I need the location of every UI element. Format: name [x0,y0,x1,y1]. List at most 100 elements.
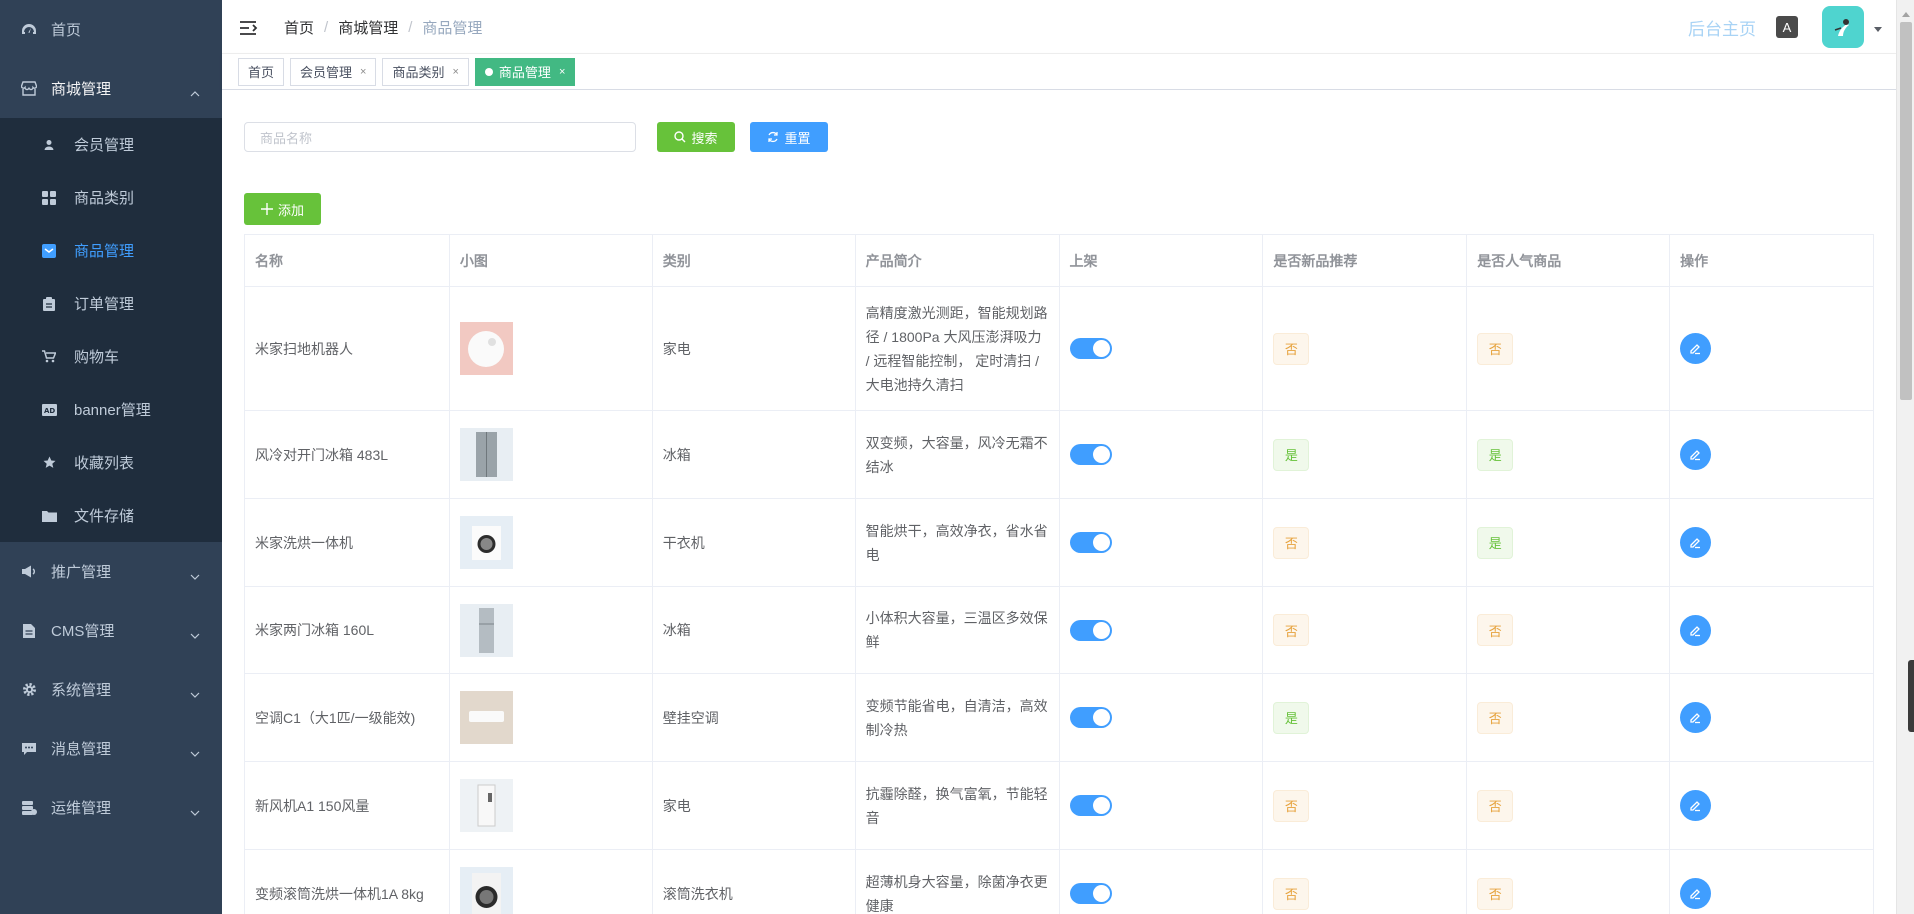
tag-categories[interactable]: 商品类别 × [382,57,469,86]
star-icon [40,454,58,472]
breadcrumb: 首页 / 商城管理 / 商品管理 [284,17,482,38]
submenu-label-cart: 购物车 [74,349,120,366]
description-cell: 小体积大容量，三温区多效保鲜 [856,587,1060,673]
category-cell: 冰箱 [653,587,856,673]
description-cell: 智能烘干，高效净衣，省水省电 [856,499,1060,586]
menu-item-messages[interactable]: 消息管理 [0,719,222,778]
actions-cell [1670,411,1874,498]
is-new-badge: 否 [1273,877,1310,910]
is-hot-cell: 否 [1467,762,1671,849]
submenu-label-storage: 文件存储 [74,508,135,525]
header-cell: 是否新品推荐 [1263,235,1468,286]
edit-icon [1690,450,1701,461]
close-icon[interactable]: × [452,66,458,78]
header-cell: 操作 [1670,235,1874,286]
edit-button[interactable] [1680,614,1712,646]
menu-label-home: 首页 [51,22,82,39]
submenu-item-cart[interactable]: 购物车 [0,330,222,383]
language-icon[interactable]: A [1776,16,1798,38]
product-name-input[interactable]: 商品名称 [244,122,636,152]
submenu-item-orders[interactable]: 订单管理 [0,277,222,330]
main-content: 商品名称 搜索 重置 添加 名称 小图 类别 产品简介 上架 是否新品推荐 是否… [222,90,1896,914]
tag-members[interactable]: 会员管理 × [290,57,377,86]
breadcrumb-home[interactable]: 首页 [284,17,314,38]
edit-button[interactable] [1680,878,1712,909]
user-icon [40,136,58,154]
on-sale-toggle[interactable] [1069,532,1112,553]
is-hot-badge: 否 [1477,701,1514,734]
menu-label-ops: 运维管理 [51,800,112,817]
submenu-label-categories: 商品类别 [74,190,135,207]
menu-item-system[interactable]: 系统管理 [0,660,222,719]
caret-down-icon[interactable] [1874,19,1882,35]
edit-button[interactable] [1680,333,1712,364]
actions-cell [1670,850,1874,914]
edit-icon [1690,889,1701,900]
product-name-cell: 空调C1（大1匹/一级能效) [245,674,450,761]
product-thumbnail [459,691,513,744]
thumbnail-cell [450,587,653,673]
on-sale-toggle[interactable] [1069,883,1112,904]
table-row: 空调C1（大1匹/一级能效) 壁挂空调 变频节能省电，自清洁，高效制冷热 是 否 [245,674,1874,762]
is-new-badge: 否 [1273,526,1310,559]
menu-item-promotion[interactable]: 推广管理 [0,542,222,601]
menu-item-shop[interactable]: 商城管理 [0,59,222,118]
ad-icon: AD [40,401,58,419]
edit-button[interactable] [1680,790,1712,821]
edit-button[interactable] [1680,702,1712,733]
menu-label-shop: 商城管理 [51,81,112,98]
is-hot-cell: 否 [1467,674,1671,761]
refresh-icon [768,131,779,143]
menu-item-home[interactable]: 首页 [0,0,222,59]
search-button-label: 搜索 [691,130,718,146]
tag-label: 会员管理 [300,65,353,80]
is-new-cell: 否 [1263,287,1468,410]
actions-cell [1670,674,1874,761]
add-button[interactable]: 添加 [244,193,321,225]
edit-button[interactable] [1680,527,1712,558]
page-scrollbar[interactable] [1896,0,1914,914]
product-name-cell: 变频滚筒洗烘一体机1A 8kg [245,850,450,914]
tag-products[interactable]: 商品管理 × [474,57,576,86]
on-sale-toggle[interactable] [1069,795,1112,816]
close-icon[interactable]: × [360,66,366,78]
scrollbar-thumb[interactable] [1900,22,1912,400]
table-body: 米家扫地机器人 家电 高精度激光测距，智能规划路径 / 1800Pa 大风压澎湃… [245,287,1874,914]
menu-item-ops[interactable]: 运维管理 [0,778,222,837]
on-sale-toggle[interactable] [1069,444,1112,465]
hamburger-icon[interactable] [240,20,258,39]
reset-button[interactable]: 重置 [750,122,828,152]
side-drawer-handle[interactable] [1908,660,1914,732]
close-icon[interactable]: × [559,66,565,78]
thumbnail-cell [450,850,653,914]
submenu-item-products[interactable]: 商品管理 [0,224,222,277]
search-button[interactable]: 搜索 [657,122,735,152]
category-cell: 壁挂空调 [653,674,856,761]
menu-item-cms[interactable]: CMS管理 [0,601,222,660]
submenu-item-storage[interactable]: 文件存储 [0,489,222,542]
chevron-up-icon [190,84,200,101]
on-sale-cell [1060,674,1264,761]
submenu-item-members[interactable]: 会员管理 [0,118,222,171]
edit-button[interactable] [1680,439,1712,470]
tag-home[interactable]: 首页 [238,57,285,86]
is-hot-badge: 否 [1477,332,1514,365]
menu-label-system: 系统管理 [51,682,112,699]
scroll-up-arrow-icon[interactable] [1902,4,1910,20]
on-sale-toggle[interactable] [1069,619,1112,641]
breadcrumb-shop[interactable]: 商城管理 [338,17,398,38]
is-hot-badge: 否 [1477,877,1514,910]
on-sale-toggle[interactable] [1069,338,1112,359]
on-sale-toggle[interactable] [1069,707,1112,728]
submenu-item-banner[interactable]: AD banner管理 [0,383,222,436]
header-cell: 产品简介 [856,235,1060,286]
admin-home-link[interactable]: 后台主页 [1688,15,1756,40]
submenu-item-categories[interactable]: 商品类别 [0,171,222,224]
ops-icon [20,799,38,817]
category-cell: 干衣机 [653,499,856,586]
dashboard-icon [20,21,38,39]
submenu-item-favorites[interactable]: 收藏列表 [0,436,222,489]
is-new-badge: 否 [1273,614,1310,646]
avatar[interactable] [1822,6,1864,48]
is-new-cell: 否 [1263,762,1468,849]
